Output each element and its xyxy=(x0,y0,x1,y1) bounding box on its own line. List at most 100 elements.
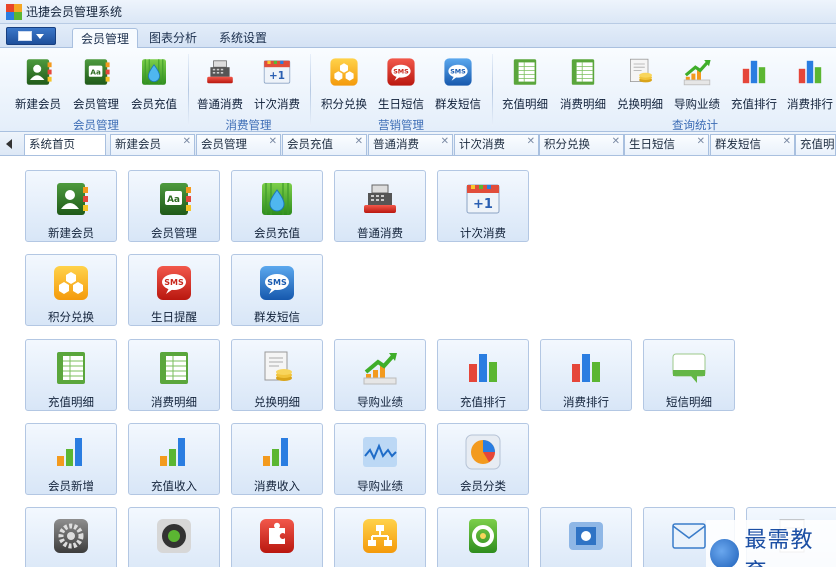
doc-tab[interactable]: 积分兑换 ✕ xyxy=(539,134,624,155)
tile-label: 新建会员 xyxy=(48,228,94,240)
ribbon-group-label: 会员管理 xyxy=(73,120,119,132)
ribbon-button-label: 新建会员 xyxy=(15,99,61,111)
sms-blue-icon xyxy=(442,56,474,88)
tile-consume-detail[interactable]: 消费明细 xyxy=(128,339,220,411)
ribbon-button-label: 生日短信 xyxy=(378,99,424,111)
ribbon-tab-strip: 会员管理 图表分析 系统设置 xyxy=(0,24,836,48)
tile-settings[interactable] xyxy=(25,507,117,567)
plus-one-calendar-icon xyxy=(261,56,293,88)
doc-tab-label: 计次消费 xyxy=(459,139,505,151)
tile-device-settings[interactable] xyxy=(128,507,220,567)
close-icon[interactable]: ✕ xyxy=(697,135,705,152)
doc-tab[interactable]: 充值明 xyxy=(795,134,836,155)
ribbon-group-label: 查询统计 xyxy=(672,120,718,132)
tile-points-exchange[interactable]: 积分兑换 xyxy=(25,254,117,326)
tile-guide-performance[interactable]: 导购业绩 xyxy=(334,339,426,411)
tile-recharge-income[interactable]: 充值收入 xyxy=(128,423,220,495)
close-icon[interactable]: ✕ xyxy=(183,135,191,152)
bar-chart-icon xyxy=(794,56,826,88)
doc-tab[interactable]: 会员充值 ✕ xyxy=(282,134,367,155)
ribbon-button-label: 会员充值 xyxy=(131,99,177,111)
ribbon-button-label: 消费明细 xyxy=(560,99,606,111)
close-icon[interactable]: ✕ xyxy=(783,135,791,152)
ribbon-member-recharge-button[interactable]: 会员充值 xyxy=(128,56,180,112)
close-icon[interactable]: ✕ xyxy=(269,135,277,152)
tile-member-category[interactable]: 会员分类 xyxy=(437,423,529,495)
close-icon[interactable]: ✕ xyxy=(527,135,535,152)
document-tab-bar: 系统首页 新建会员 ✕ 会员管理 ✕ 会员充值 ✕ 普通消费 ✕ 计次消费 ✕ 积分兑换 ✕… xyxy=(0,132,836,156)
tile-label: 兑换明细 xyxy=(254,397,300,409)
tile-member-manage[interactable]: 会员管理 xyxy=(128,170,220,242)
ribbon-consume-rank-button[interactable]: 消费排行 xyxy=(784,56,836,112)
tile-birthday-reminder[interactable]: 生日提醒 xyxy=(128,254,220,326)
watermark-text: 最需教育 xyxy=(744,528,814,567)
tile-recharge-detail[interactable]: 充值明细 xyxy=(25,339,117,411)
tile-category-settings[interactable] xyxy=(231,507,323,567)
tile-mass-sms[interactable]: 群发短信 xyxy=(231,254,323,326)
green-sheet-icon xyxy=(567,56,599,88)
ribbon-new-member-button[interactable]: 新建会员 xyxy=(12,56,64,112)
tab-system-settings[interactable]: 系统设置 xyxy=(212,28,274,48)
doc-tab[interactable]: 新建会员 ✕ xyxy=(110,134,195,155)
ribbon-guide-performance-button[interactable]: 导购业绩 xyxy=(670,56,724,112)
tile-member-growth[interactable]: 会员新增 xyxy=(25,423,117,495)
tile-new-member[interactable]: 新建会员 xyxy=(25,170,117,242)
doc-tab-home[interactable]: 系统首页 xyxy=(24,134,106,155)
coin-document-icon xyxy=(624,56,656,88)
ribbon-exchange-detail-button[interactable]: 兑换明细 xyxy=(613,56,667,112)
water-drop-icon xyxy=(138,56,170,88)
sms-blue-icon xyxy=(257,263,297,303)
tab-chart-analysis[interactable]: 图表分析 xyxy=(142,28,204,48)
ribbon-group-separator xyxy=(492,54,493,126)
ribbon-mass-sms-button[interactable]: 群发短信 xyxy=(432,56,484,112)
tile-count-consume[interactable]: 计次消费 xyxy=(437,170,529,242)
bar-chart-icon xyxy=(738,56,770,88)
doc-tab[interactable]: 生日短信 ✕ xyxy=(624,134,709,155)
doc-tab[interactable]: 计次消费 ✕ xyxy=(454,134,539,155)
app-logo-icon xyxy=(6,3,22,20)
member-book-icon xyxy=(80,56,112,88)
app-menu-button[interactable] xyxy=(6,27,56,45)
dial-icon xyxy=(154,516,194,556)
tile-consume-income[interactable]: 消费收入 xyxy=(231,423,323,495)
tile-normal-consume[interactable]: 普通消费 xyxy=(334,170,426,242)
watermark: 最需教育 xyxy=(706,520,836,567)
tile-member-recharge[interactable]: 会员充值 xyxy=(231,170,323,242)
tile-label: 计次消费 xyxy=(460,228,506,240)
tile-sms-detail[interactable]: 短信明细 xyxy=(643,339,735,411)
doc-tab[interactable]: 普通消费 ✕ xyxy=(368,134,453,155)
ribbon-recharge-rank-button[interactable]: 充值排行 xyxy=(727,56,781,112)
tab-member-management[interactable]: 会员管理 xyxy=(72,28,138,48)
pie-chart-icon xyxy=(463,432,503,472)
ribbon-recharge-detail-button[interactable]: 充值明细 xyxy=(498,56,552,112)
tile-label: 短信明细 xyxy=(666,397,712,409)
close-icon[interactable]: ✕ xyxy=(355,135,363,152)
gear-icon xyxy=(51,516,91,556)
tile-exchange-detail[interactable]: 兑换明细 xyxy=(231,339,323,411)
ribbon-count-consume-button[interactable]: 计次消费 xyxy=(251,56,303,112)
close-icon[interactable]: ✕ xyxy=(612,135,620,152)
close-icon[interactable]: ✕ xyxy=(441,135,449,152)
sms-red-icon xyxy=(385,56,417,88)
tile-data-backup[interactable] xyxy=(437,507,529,567)
ribbon-consume-detail-button[interactable]: 消费明细 xyxy=(556,56,610,112)
doc-tab[interactable]: 群发短信 ✕ xyxy=(710,134,795,155)
ribbon-toolbar: 新建会员 会员管理 会员充值 会员管理 普通消费 计次消费 消费管理 积分兑换 … xyxy=(0,48,836,132)
ribbon-points-exchange-button[interactable]: 积分兑换 xyxy=(318,56,370,112)
tile-staff-manage[interactable] xyxy=(334,507,426,567)
title-bar: 迅捷会员管理系统 xyxy=(0,0,836,24)
scroll-left-icon[interactable] xyxy=(6,139,12,149)
ribbon-member-manage-button[interactable]: 会员管理 xyxy=(70,56,122,112)
doc-tab[interactable]: 会员管理 ✕ xyxy=(196,134,281,155)
tile-consume-rank[interactable]: 消费排行 xyxy=(540,339,632,411)
tile-label: 导购业绩 xyxy=(357,481,403,493)
tile-label: 会员管理 xyxy=(151,228,197,240)
cash-register-icon xyxy=(204,56,236,88)
tile-data-cleanup[interactable] xyxy=(540,507,632,567)
ribbon-button-label: 会员管理 xyxy=(73,99,119,111)
tile-recharge-rank[interactable]: 充值排行 xyxy=(437,339,529,411)
tile-guide-performance-chart[interactable]: 导购业绩 xyxy=(334,423,426,495)
ribbon-button-label: 兑换明细 xyxy=(617,99,663,111)
ribbon-birthday-sms-button[interactable]: 生日短信 xyxy=(375,56,427,112)
ribbon-normal-consume-button[interactable]: 普通消费 xyxy=(194,56,246,112)
